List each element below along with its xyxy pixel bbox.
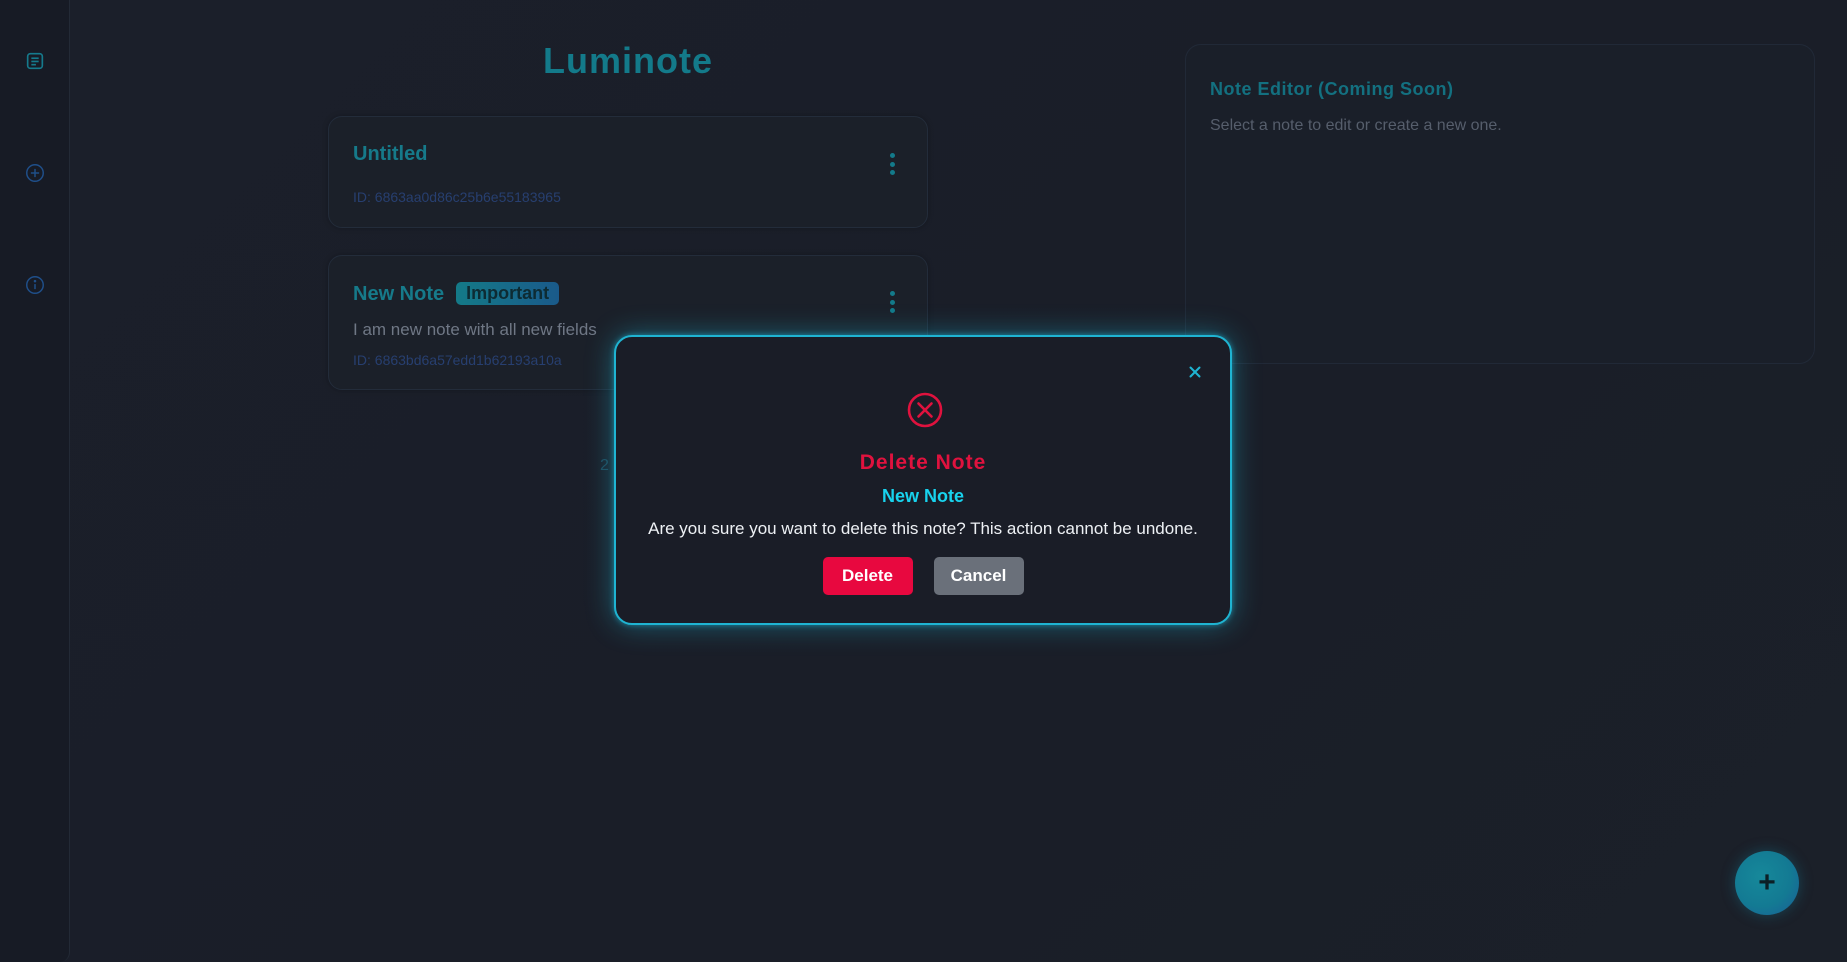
add-circle-icon bbox=[26, 164, 44, 182]
sidebar bbox=[0, 0, 70, 962]
notes-icon bbox=[26, 52, 44, 70]
app-title: Luminote bbox=[543, 40, 713, 81]
note-editor-panel: Note Editor (Coming Soon) Select a note … bbox=[1185, 44, 1815, 364]
plus-icon: + bbox=[1758, 866, 1776, 899]
modal-message: Are you sure you want to delete this not… bbox=[648, 519, 1198, 538]
sidebar-item-notes[interactable] bbox=[20, 46, 50, 76]
note-title: Untitled bbox=[353, 143, 427, 166]
modal-note-title: New Note bbox=[881, 486, 964, 506]
close-icon bbox=[1189, 366, 1201, 378]
note-title-text: New Note bbox=[353, 283, 445, 305]
delete-note-modal: Delete Note New Note Are you sure you wa… bbox=[614, 335, 1232, 625]
kebab-dot bbox=[889, 153, 895, 158]
note-card[interactable]: Untitled ID: 6863aa0d86c25b6e55183965 bbox=[328, 116, 928, 228]
add-note-fab[interactable]: + bbox=[1735, 851, 1799, 915]
note-title-text: Untitled bbox=[353, 143, 428, 165]
cancel-button[interactable]: Cancel bbox=[933, 557, 1024, 595]
editor-hint: Select a note to edit or create a new on… bbox=[1210, 117, 1502, 134]
kebab-dot bbox=[889, 299, 895, 305]
note-menu-button[interactable] bbox=[887, 291, 897, 313]
important-badge: Important bbox=[456, 282, 560, 305]
kebab-dot bbox=[889, 161, 895, 167]
info-icon bbox=[26, 276, 44, 294]
modal-actions: Delete Cancel bbox=[616, 557, 1230, 595]
note-title: New Note Important bbox=[353, 282, 560, 306]
page-number[interactable]: 2 bbox=[600, 457, 609, 475]
kebab-dot bbox=[889, 308, 895, 313]
close-button[interactable] bbox=[1186, 363, 1204, 381]
app-root: Luminote Untitled ID: 6863aa0d86c25b6e55… bbox=[0, 0, 1847, 962]
note-body: I am new note with all new fields bbox=[353, 320, 597, 339]
modal-title: Delete Note bbox=[859, 451, 987, 474]
note-id: ID: 6863bd6a57edd1b62193a10a bbox=[353, 352, 562, 368]
editor-title: Note Editor (Coming Soon) bbox=[1210, 79, 1454, 99]
kebab-dot bbox=[889, 170, 895, 175]
sidebar-item-new-note[interactable] bbox=[20, 158, 50, 188]
kebab-dot bbox=[889, 291, 895, 296]
delete-button[interactable]: Delete bbox=[822, 557, 913, 595]
note-id: ID: 6863aa0d86c25b6e55183965 bbox=[353, 189, 561, 205]
error-circle-icon bbox=[907, 392, 943, 428]
sidebar-item-info[interactable] bbox=[20, 270, 50, 300]
note-menu-button[interactable] bbox=[887, 153, 897, 175]
